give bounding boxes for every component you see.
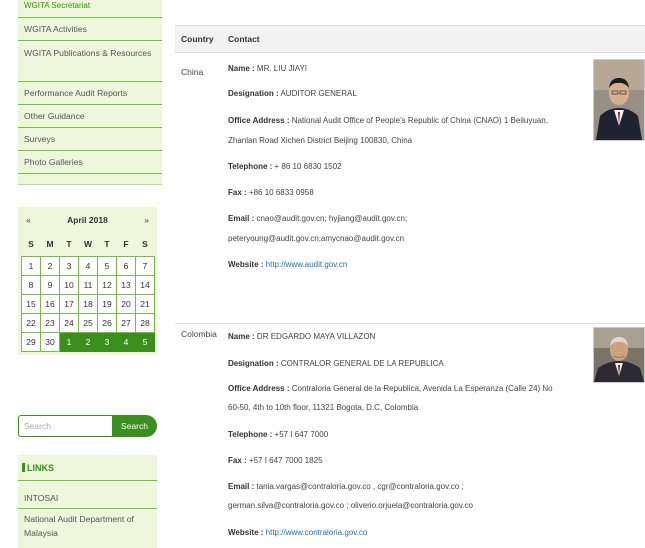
calendar-day[interactable]: 4 [78, 255, 98, 276]
table-header: Country Contact [175, 25, 645, 53]
calendar: « April 2018 » S M T W T F S 1 2 3 4 5 6… [18, 207, 157, 355]
calendar-day[interactable]: 7 [135, 255, 155, 276]
contact-email: Email : tania.vargas@contraloria.gov.co … [228, 482, 464, 491]
calendar-day[interactable]: 10 [59, 274, 79, 295]
calendar-day[interactable]: 30 [40, 331, 60, 352]
search-form: Search [18, 415, 157, 437]
calendar-day[interactable]: 28 [135, 312, 155, 333]
contact-table: Country Contact China Name : MR. LIU JIA… [175, 25, 645, 537]
calendar-day-next-month[interactable]: 4 [116, 331, 136, 352]
sidebar-nav: WGITA Secretariat WGITA Activities WGITA… [18, 0, 162, 185]
nav-item-wgita-secretariat[interactable]: WGITA Secretariat [18, 0, 162, 18]
weekday-label: S [142, 239, 148, 250]
contact-fax: Fax : +86 10 6833 0958 [228, 188, 314, 197]
weekday-label: T [66, 239, 72, 250]
calendar-day[interactable]: 15 [21, 293, 41, 314]
contact-email-line2[interactable]: peteryoung@audit.gov.cn;amycnao@audit.go… [228, 233, 404, 245]
calendar-day[interactable]: 17 [59, 293, 79, 314]
heading-bar-icon [22, 463, 25, 472]
contact-telephone: Telephone : +57 I 647 7000 [228, 430, 329, 439]
contact-designation: Designation : CONTRALOR GENERAL DE LA RE… [228, 359, 444, 368]
calendar-day[interactable]: 18 [78, 293, 98, 314]
contact-address: Office Address : Contraloria General de … [228, 384, 553, 393]
contact-designation: Designation : AUDITOR GENERAL [228, 89, 357, 98]
calendar-day[interactable]: 26 [97, 312, 117, 333]
contact-address-line2: Zhanlan Road Xichen District Beijing 100… [228, 136, 413, 145]
country-cell: China [181, 67, 204, 77]
portrait-image [594, 60, 644, 140]
contact-email: Email : cnao@audit.gov.cn; hyjiang@audit… [228, 214, 408, 223]
nav-item-other-guidance[interactable]: Other Guidance [18, 105, 162, 128]
calendar-next-button[interactable]: » [144, 215, 149, 225]
contact-telephone: Telephone : + 86 10 6830 1502 [228, 162, 342, 171]
row-separator [175, 323, 645, 324]
table-row: Colombia Name : DR EDGARDO MAYA VILLAZON… [175, 327, 645, 547]
calendar-day-next-month[interactable]: 2 [78, 331, 98, 352]
contact-name: Name : DR EDGARDO MAYA VILLAZON [228, 332, 376, 341]
sidebar: WGITA Secretariat WGITA Activities WGITA… [18, 0, 162, 548]
weekday-label: F [123, 239, 129, 250]
links-title: LINKS [27, 463, 54, 473]
calendar-day[interactable]: 29 [21, 331, 41, 352]
portrait-image [594, 328, 644, 382]
contact-website: Website : http://www.audit.gov.cn [228, 260, 348, 269]
website-link[interactable]: http://www.audit.gov.cn [266, 260, 348, 269]
calendar-day[interactable]: 20 [116, 293, 136, 314]
calendar-title: April 2018 [67, 215, 108, 225]
calendar-grid: S M T W T F S 1 2 3 4 5 6 7 8 9 10 11 12… [21, 233, 155, 352]
contact-email-line2[interactable]: german.silva@contraloria.gov.co ; oliver… [228, 500, 473, 512]
calendar-day[interactable]: 1 [21, 255, 41, 276]
calendar-day-next-month[interactable]: 1 [59, 331, 79, 352]
calendar-day[interactable]: 23 [40, 312, 60, 333]
header-country: Country [181, 34, 214, 44]
calendar-day[interactable]: 25 [78, 312, 98, 333]
contact-website: Website : http://www.contraloria.gov.co [228, 528, 368, 537]
contact-name: Name : MR. LIU JIAYI [228, 64, 308, 73]
nav-item-performance-audit-reports[interactable]: Performance Audit Reports [18, 82, 162, 105]
calendar-day-next-month[interactable]: 5 [135, 331, 155, 352]
link-national-audit-malaysia[interactable]: National Audit Department of Malaysia [18, 509, 157, 545]
contact-address-line2: 60-50, 4th to 10th floor, 11321 Bogota, … [228, 403, 419, 412]
calendar-day[interactable]: 14 [135, 274, 155, 295]
calendar-day[interactable]: 6 [116, 255, 136, 276]
calendar-day[interactable]: 19 [97, 293, 117, 314]
country-cell: Colombia [181, 329, 217, 339]
contact-fax: Fax : +57 I 647 7000 1825 [228, 456, 323, 465]
calendar-prev-button[interactable]: « [26, 215, 31, 225]
calendar-day[interactable]: 24 [59, 312, 79, 333]
search-input[interactable] [18, 415, 112, 437]
calendar-day[interactable]: 21 [135, 293, 155, 314]
nav-item-photo-galleries[interactable]: Photo Galleries [18, 151, 162, 174]
calendar-day[interactable]: 22 [21, 312, 41, 333]
calendar-day[interactable]: 12 [97, 274, 117, 295]
table-row: China Name : MR. LIU JIAYI Designation :… [175, 59, 645, 319]
portrait-photo [593, 327, 645, 383]
calendar-day[interactable]: 11 [78, 274, 98, 295]
calendar-day[interactable]: 16 [40, 293, 60, 314]
calendar-day-next-month[interactable]: 3 [97, 331, 117, 352]
nav-item-wgita-publications[interactable]: WGITA Publications & Resources [18, 41, 162, 82]
contact-address: Office Address : National Audit Office o… [228, 116, 548, 125]
calendar-day[interactable]: 2 [40, 255, 60, 276]
weekday-label: M [46, 239, 54, 250]
links-heading: LINKS [18, 455, 157, 481]
calendar-day[interactable]: 9 [40, 274, 60, 295]
weekday-label: W [83, 239, 93, 250]
nav-item-surveys[interactable]: Surveys [18, 128, 162, 151]
website-link[interactable]: http://www.contraloria.gov.co [266, 528, 368, 537]
calendar-header: « April 2018 » [18, 207, 157, 233]
links-box: LINKS INTOSAI National Audit Department … [18, 455, 157, 548]
calendar-day[interactable]: 5 [97, 255, 117, 276]
weekday-label: T [104, 239, 110, 250]
weekday-label: S [28, 239, 34, 250]
calendar-day[interactable]: 27 [116, 312, 136, 333]
link-intosai[interactable]: INTOSAI [18, 487, 157, 509]
portrait-photo [593, 59, 645, 141]
nav-item-wgita-activities[interactable]: WGITA Activities [18, 18, 162, 41]
calendar-day[interactable]: 8 [21, 274, 41, 295]
calendar-day[interactable]: 3 [59, 255, 79, 276]
search-button[interactable]: Search [112, 415, 157, 437]
calendar-day[interactable]: 13 [116, 274, 136, 295]
header-contact: Contact [228, 34, 260, 44]
